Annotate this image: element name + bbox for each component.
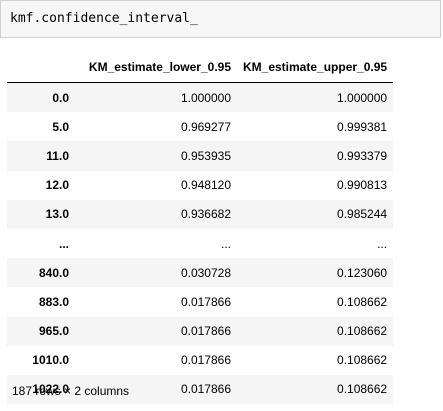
cell-upper: 0.985244 (337, 207, 388, 222)
table-row: 0.0 1.000000 1.000000 (7, 82, 394, 113)
cell-lower: 0.936682 (180, 207, 231, 222)
column-header-upper: KM_estimate_upper_0.95 (237, 52, 394, 83)
cell-upper: 0.108662 (337, 324, 388, 339)
cell-upper: 0.108662 (337, 382, 388, 397)
table-header: KM_estimate_lower_0.95 KM_estimate_upper… (7, 52, 394, 83)
cell-lower: 0.030728 (180, 265, 231, 280)
cell-upper: 0.990813 (337, 178, 388, 193)
table-row: 5.0 0.969277 0.999381 (7, 112, 394, 142)
table-row: 883.0 0.017866 0.108662 (7, 287, 394, 317)
table-row: 13.0 0.936682 0.985244 (7, 199, 394, 229)
cell-lower: 0.017866 (180, 324, 231, 339)
row-index: 0.0 (52, 90, 69, 105)
table-row: 965.0 0.017866 0.108662 (7, 316, 394, 346)
row-index: 11.0 (46, 148, 69, 163)
row-index: 12.0 (45, 178, 69, 193)
table-row: 840.0 0.030728 0.123060 (7, 258, 394, 288)
index-header (7, 52, 75, 83)
cell-upper: 0.123060 (337, 265, 388, 280)
row-index: 13.0 (45, 207, 69, 222)
row-index: 1010.0 (32, 353, 69, 368)
output-area: KM_estimate_lower_0.95 KM_estimate_upper… (7, 52, 394, 405)
table-row: 11.0 0.953935 0.993379 (7, 141, 394, 171)
table-row: 1010.0 0.017866 0.108662 (7, 345, 394, 375)
ellipsis-row: ... ... ... (7, 228, 394, 259)
cell-upper: 0.993379 (337, 148, 388, 163)
cell-lower: 0.953935 (180, 148, 231, 163)
table-row: 12.0 0.948120 0.990813 (7, 170, 394, 200)
cell-upper: 0.999381 (337, 119, 388, 134)
cell-lower: 0.017866 (180, 353, 231, 368)
cell-upper: 0.108662 (337, 353, 388, 368)
code-cell[interactable]: kmf.confidence_interval_ (0, 0, 441, 38)
cell-lower: 1.000000 (180, 90, 231, 105)
cell-lower: ... (220, 236, 231, 251)
row-index: 965.0 (38, 324, 69, 339)
row-index: 5.0 (52, 119, 69, 134)
cell-lower: 0.948120 (180, 178, 231, 193)
row-index: ... (58, 236, 69, 251)
cell-upper: 1.000000 (337, 90, 388, 105)
row-index: 840.0 (38, 265, 69, 280)
header-row: KM_estimate_lower_0.95 KM_estimate_upper… (7, 52, 394, 83)
code-cell-source: kmf.confidence_interval_ (10, 11, 198, 26)
row-index: 883.0 (38, 294, 69, 309)
cell-lower: 0.969277 (180, 119, 231, 134)
dataframe-shape-text: 187 rows × 2 columns (12, 384, 130, 398)
table-body: 0.0 1.000000 1.000000 5.0 0.969277 0.999… (7, 82, 394, 405)
dataframe-table: KM_estimate_lower_0.95 KM_estimate_upper… (7, 52, 394, 405)
cell-lower: 0.017866 (180, 294, 231, 309)
cell-upper: ... (377, 236, 388, 251)
column-header-lower: KM_estimate_lower_0.95 (75, 52, 237, 83)
cell-upper: 0.108662 (337, 294, 388, 309)
